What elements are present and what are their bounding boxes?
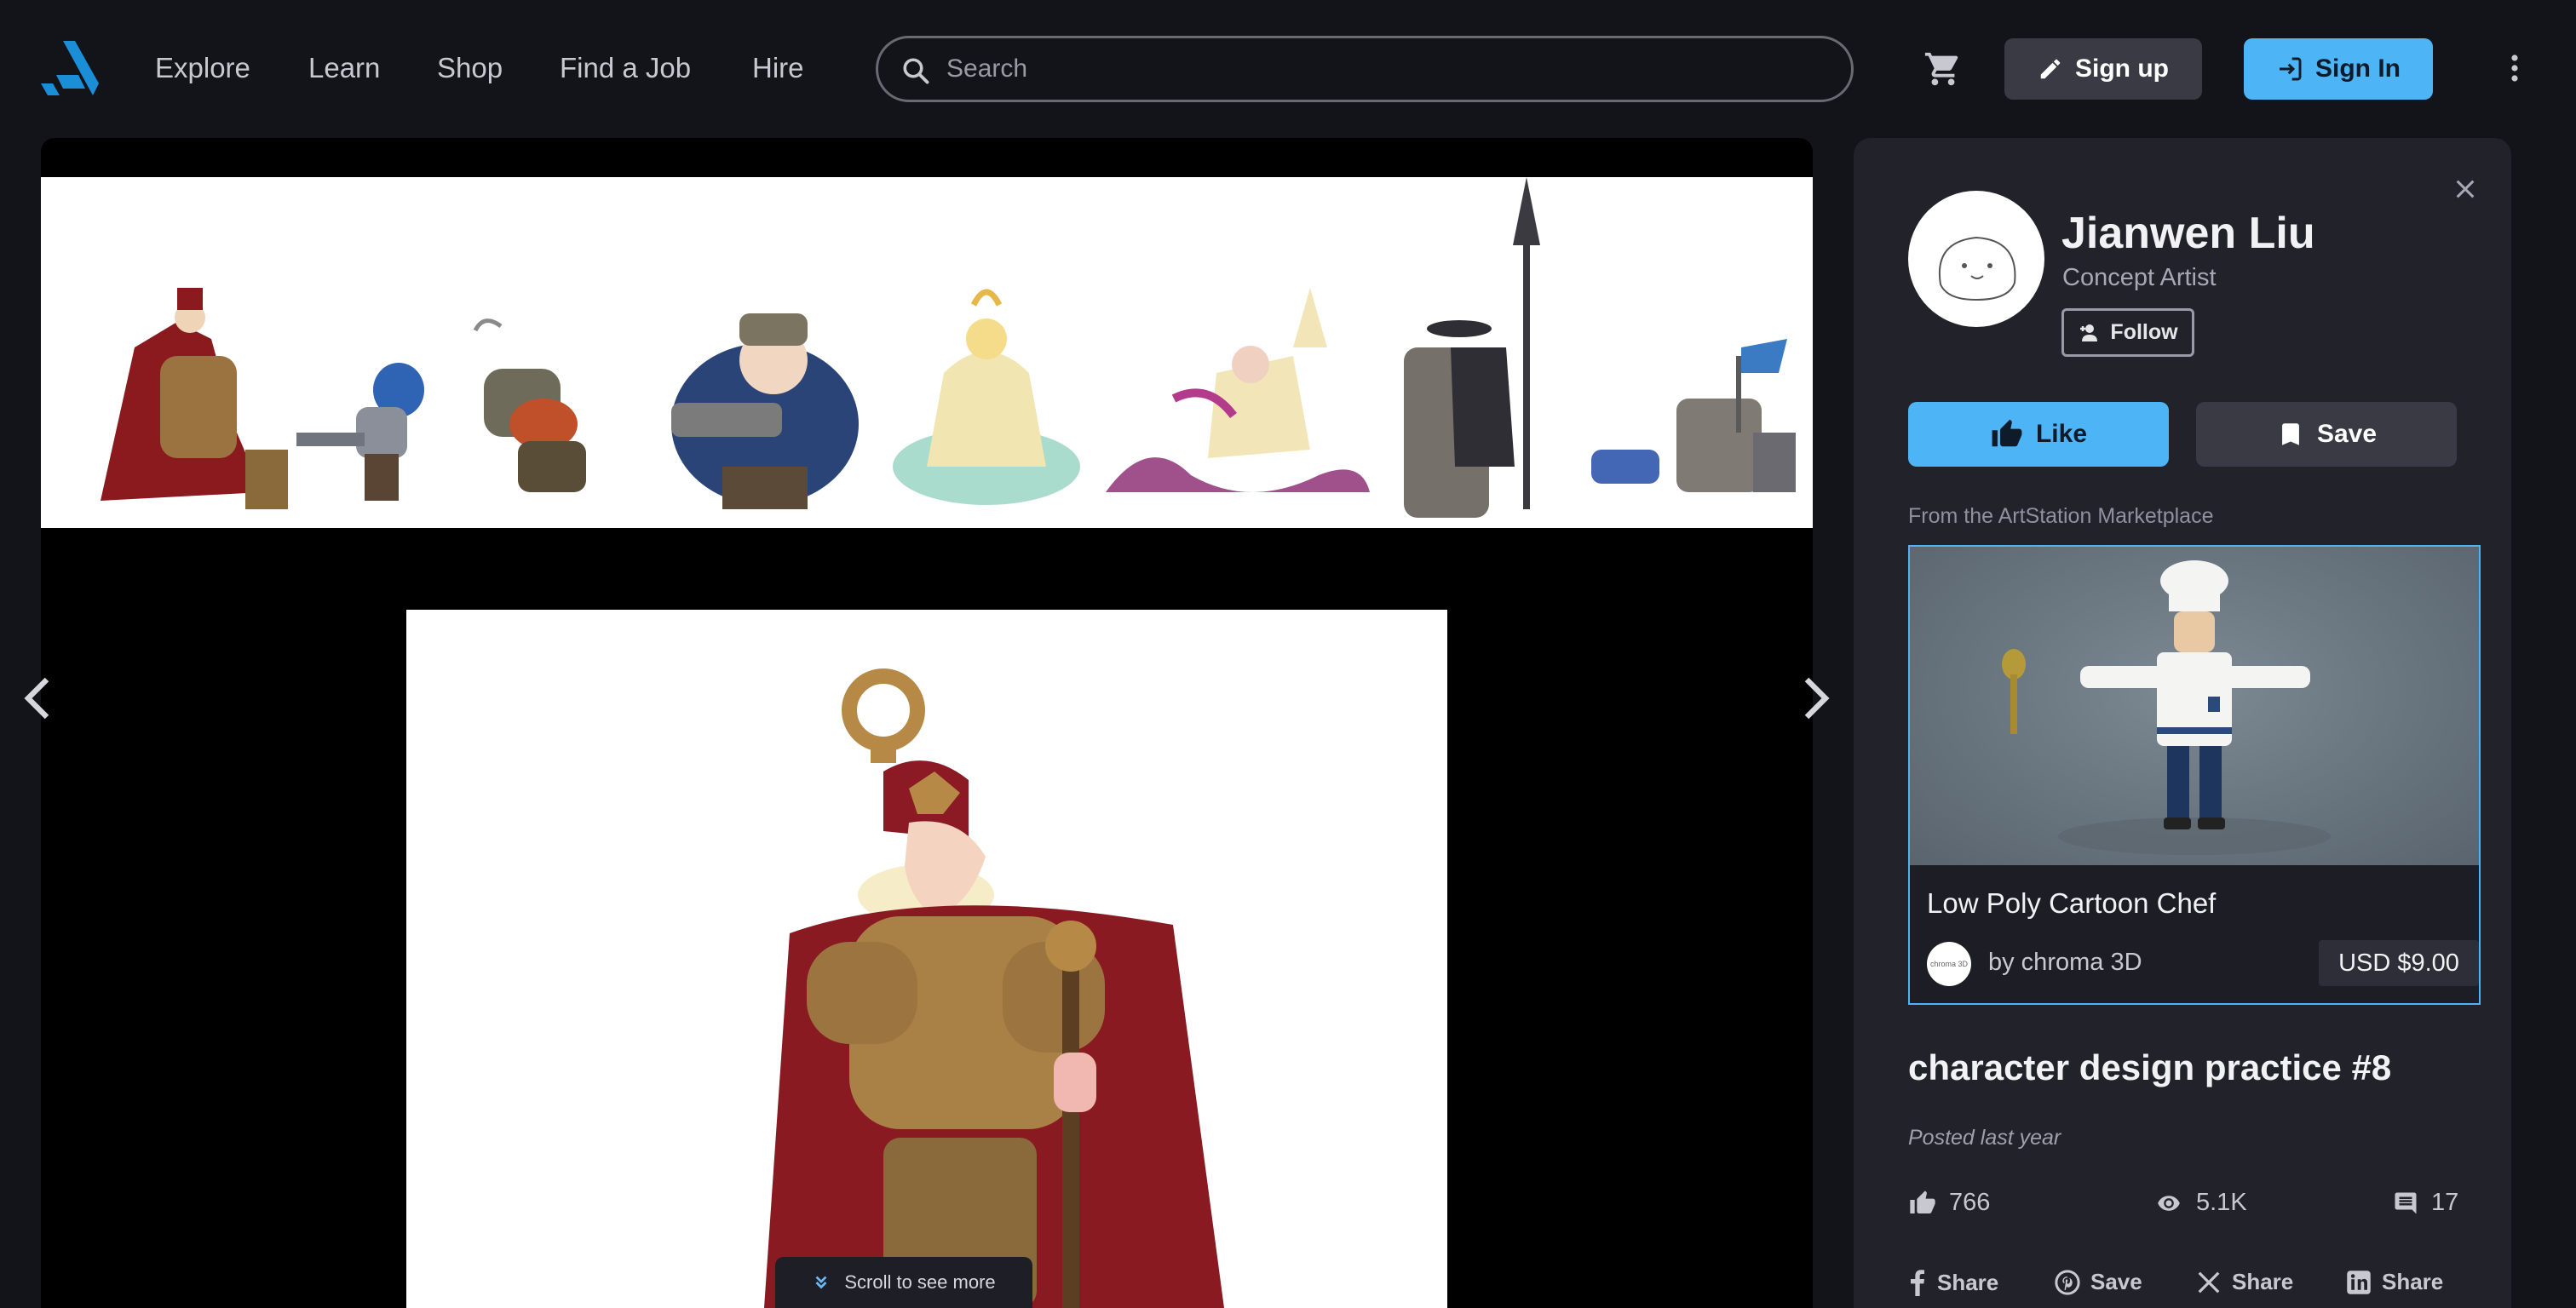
nav-hire[interactable]: Hire [752,49,804,87]
scroll-hint[interactable]: Scroll to see more [775,1257,1032,1308]
seller-name[interactable]: by chroma 3D [1988,949,2142,977]
save-label: Save [2316,420,2378,448]
sign-up-button[interactable]: Sign up [2004,38,2202,100]
likes-count: 766 [1908,1189,1990,1217]
scroll-hint-label: Scroll to see more [844,1271,996,1293]
nav-shop[interactable]: Shop [437,49,503,87]
artwork-viewer: Scroll to see more [41,138,1813,1308]
likes-value: 766 [1949,1189,1991,1216]
follow-button[interactable]: Follow [2061,308,2194,357]
save-pinterest-label: Save [2090,1269,2142,1294]
marketplace-product-card[interactable]: Low Poly Cartoon Chef chroma 3D by chrom… [1908,545,2481,1005]
x-logo-icon [2198,1271,2220,1293]
facebook-icon [1911,1270,1924,1296]
product-title[interactable]: Low Poly Cartoon Chef [1927,887,2216,920]
nav-learn[interactable]: Learn [308,49,380,87]
artist-avatar[interactable] [1908,191,2044,327]
close-icon[interactable] [2453,177,2477,201]
comment-icon [2395,1192,2417,1213]
follow-label: Follow [2110,320,2178,344]
thumbs-up-icon [1992,419,2022,447]
comments-value: 17 [2431,1189,2459,1216]
double-chevron-down-icon [815,1276,827,1289]
sign-up-label: Sign up [2075,54,2169,83]
save-pinterest-button[interactable]: Save [2055,1269,2142,1295]
product-image [1910,547,2479,865]
marketplace-label: From the ArtStation Marketplace [1908,504,2214,528]
pencil-icon [2040,59,2061,79]
search-bar[interactable] [876,36,1854,102]
like-button[interactable]: Like [1908,402,2169,467]
share-x-label: Share [2232,1269,2294,1294]
search-input[interactable] [946,50,1832,88]
views-count: 5.1K [2153,1189,2247,1217]
sign-in-button[interactable]: Sign In [2244,38,2433,100]
like-label: Like [2035,420,2088,448]
product-price: USD $9.00 [2319,940,2479,986]
cart-icon[interactable] [1923,49,1963,89]
share-linkedin-label: Share [2382,1269,2444,1294]
artwork-title: character design practice #8 [1908,1047,2392,1087]
seller-logo: chroma 3D [1927,942,1971,986]
sign-in-label: Sign In [2315,54,2401,83]
linkedin-icon [2347,1270,2371,1294]
nav-find-a-job[interactable]: Find a Job [560,49,691,87]
share-linkedin-button[interactable]: Share [2346,1269,2443,1295]
nav-explore[interactable]: Explore [155,49,250,87]
add-person-icon [2080,324,2098,341]
artist-name[interactable]: Jianwen Liu [2061,208,2315,259]
more-options-icon[interactable] [2504,49,2525,87]
chevron-right-icon[interactable] [1797,673,1835,724]
chevron-left-icon[interactable] [19,673,56,724]
save-button[interactable]: Save [2196,402,2457,467]
comments-count[interactable]: 17 [2392,1189,2458,1217]
views-value: 5.1K [2196,1189,2247,1216]
artstation-logo[interactable] [37,41,102,95]
share-facebook-label: Share [1937,1269,1999,1295]
search-icon [903,58,929,84]
character-lineup-image [41,177,1813,528]
share-x-button[interactable]: Share [2196,1269,2293,1295]
pinterest-icon [2055,1269,2080,1295]
posted-date: Posted last year [1908,1126,2061,1150]
bookmark-icon [2282,423,2299,445]
share-facebook-button[interactable]: Share [1908,1269,1998,1296]
main-artwork-image [406,610,1447,1308]
thumbs-up-icon [1910,1190,1935,1213]
top-navigation: Explore Learn Shop Find a Job Hire Sign … [0,0,2576,136]
artist-role: Concept Artist [2062,264,2217,291]
login-icon [2280,57,2302,81]
eye-icon [2158,1195,2180,1211]
